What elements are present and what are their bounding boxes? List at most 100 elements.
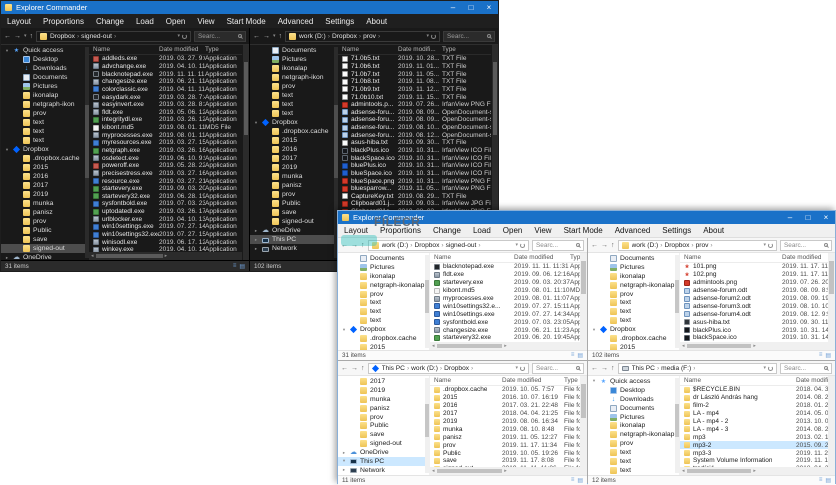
address-bar[interactable]: work (D:)›Dropbox›signed-out› ▾ (368, 240, 530, 251)
minimize-button[interactable]: – (444, 1, 462, 14)
sidebar-item[interactable]: ▾Quick access (1, 46, 89, 55)
sidebar-item[interactable]: 2016 (1, 172, 89, 181)
file-row[interactable]: win10settings.exe2019. 07. 27. 14:...App… (89, 223, 242, 231)
file-row[interactable]: kibont.md52019. 08. 01. 11:10MD5 Fi... (430, 287, 580, 295)
refresh-icon[interactable] (520, 243, 525, 248)
horizontal-scrollbar[interactable]: ◂▸ (680, 342, 828, 350)
file-row[interactable]: LA - mp4 - 32014. 08. 21. 23:... (680, 425, 828, 433)
column-date-modified[interactable]: Date modifi... (398, 46, 442, 53)
up-button[interactable]: ↑ (361, 365, 365, 372)
search-box[interactable]: Searc... (194, 31, 246, 42)
sidebar-item[interactable]: Downloads (588, 395, 679, 404)
column-name[interactable]: Name (93, 46, 159, 53)
sidebar-item[interactable]: ikonalap (588, 421, 679, 430)
sidebar-item[interactable]: text (588, 307, 679, 316)
scroll-left-icon[interactable]: ◂ (682, 343, 685, 349)
address-dropdown-icon[interactable]: ▾ (515, 242, 518, 248)
sidebar-item[interactable]: Public (338, 421, 429, 430)
refresh-icon[interactable] (768, 366, 773, 371)
address-bar[interactable]: This PC›media (F:)› ▾ (618, 363, 778, 374)
forward-button[interactable]: → (351, 365, 358, 372)
scrollbar-thumb[interactable] (829, 261, 834, 294)
breadcrumb-segment[interactable]: work (D:)› (632, 242, 663, 249)
sidebar-item[interactable]: text (588, 448, 679, 457)
scrollbar-thumb[interactable] (96, 254, 163, 258)
file-row[interactable]: asus-hiba.txt2019. 09. 30...TXT File (338, 139, 491, 147)
file-row[interactable]: myresources.exe2019. 03. 27. 15:...Appli… (89, 139, 242, 147)
refresh-icon[interactable] (182, 34, 187, 39)
file-row[interactable]: blackSpace.ico2019. 10. 31...IrfanView I… (338, 154, 491, 162)
file-row[interactable]: 71.0b9.txt2019. 11. 12...TXT File (338, 86, 491, 94)
sidebar-item[interactable]: ▾Dropbox (588, 325, 679, 334)
scrollbar-thumb[interactable] (493, 62, 497, 135)
sidebar-item[interactable]: text (588, 457, 679, 466)
file-row[interactable]: myprocesses.exe2019. 08. 01. 11:...Appli… (89, 131, 242, 139)
sidebar-item[interactable]: ▸OneDrive (338, 448, 429, 457)
sidebar-item[interactable]: ▾This PC (338, 457, 429, 466)
sidebar-item[interactable]: prov (1, 217, 89, 226)
up-button[interactable]: ↑ (361, 242, 365, 249)
menu-item[interactable]: Advanced (609, 226, 657, 235)
file-row[interactable]: Public2019. 10. 05. 19:26File fol... (430, 449, 580, 457)
file-row[interactable]: easydark.exe2019. 03. 28. 7:49Applicatio… (89, 93, 242, 101)
column-date-modified[interactable]: Date modified (502, 377, 564, 384)
sidebar-item[interactable]: panisz (338, 404, 429, 413)
file-row[interactable]: dr László András hang2014. 08. 21. 22:..… (680, 394, 828, 402)
details-view-icon[interactable]: ≡ (819, 477, 823, 484)
breadcrumb-segment[interactable]: This PC› (382, 365, 410, 372)
breadcrumb-segment[interactable]: Dropbox› (50, 33, 79, 40)
sidebar-item[interactable]: 2016 (250, 145, 338, 154)
forward-button[interactable]: → (14, 33, 21, 40)
sidebar-item[interactable]: save (338, 430, 429, 439)
file-row[interactable]: mp3-22015. 09. 24. 20:... (680, 441, 828, 449)
sidebar-item[interactable]: munka (250, 172, 338, 181)
file-row[interactable]: blackPlus.ico2019. 10. 31...IrfanView IC… (338, 147, 491, 155)
menu-item[interactable]: Settings (319, 17, 360, 26)
file-row[interactable]: adsense-foru...2019. 08. 09...OpenDocume… (338, 116, 491, 124)
file-row[interactable]: blacknotepad.exe2019. 11. 11. 11:31Appli… (430, 263, 580, 271)
sidebar-item[interactable]: 2015 (1, 163, 89, 172)
search-box[interactable]: Searc... (443, 31, 495, 42)
file-row[interactable]: adsense-forum3.odt2019. 08. 10. 10:34 (680, 302, 828, 310)
file-row[interactable]: bluesparrow...2019. 11. 05...IrfanView P… (338, 185, 491, 193)
back-button[interactable]: ← (341, 242, 348, 249)
search-box[interactable]: Searc... (780, 363, 832, 374)
details-view-icon[interactable]: ≡ (571, 477, 575, 484)
menu-item[interactable]: Start Mode (221, 17, 272, 26)
sidebar-item[interactable]: ▸Network (250, 244, 338, 253)
sidebar-item[interactable]: text (1, 136, 89, 145)
search-box[interactable]: Searc... (532, 363, 584, 374)
file-row[interactable]: admintools.p...2019. 07. 26...IrfanView … (338, 101, 491, 109)
sidebar-item[interactable]: Desktop (1, 55, 89, 64)
scroll-left-icon[interactable]: ◂ (91, 253, 94, 259)
expander-icon[interactable]: ▸ (253, 246, 259, 252)
breadcrumb-segment[interactable]: work (D:)› (299, 33, 330, 40)
expander-icon[interactable]: ▾ (591, 327, 597, 333)
forward-button[interactable]: → (601, 365, 608, 372)
file-row[interactable]: System Volume Information2019. 11. 16. 2… (680, 457, 828, 465)
address-bar[interactable]: This PC›work (D:)›Dropbox› ▾ (368, 363, 530, 374)
sidebar-item[interactable]: .dropbox.cache (250, 127, 338, 136)
sidebar-item[interactable]: prov (338, 413, 429, 422)
file-row[interactable]: easyinvert.exe2019. 03. 28. 8:34Applicat… (89, 101, 242, 109)
back-button[interactable]: ← (341, 365, 348, 372)
sidebar-item[interactable]: prov (250, 190, 338, 199)
column-type[interactable]: Type (570, 254, 580, 261)
file-row[interactable]: adsense-forum2.odt2019. 08. 09. 19:25 (680, 295, 828, 303)
sidebar-item[interactable]: text (1, 118, 89, 127)
file-row[interactable]: resource.exe2019. 03. 27. 21:...Applicat… (89, 177, 242, 185)
back-button[interactable]: ← (253, 33, 260, 40)
file-row[interactable]: netgraph.exe2019. 03. 26. 16:...Applicat… (89, 147, 242, 155)
breadcrumb-segment[interactable]: Dropbox› (414, 242, 443, 249)
breadcrumb-segment[interactable]: Dropbox› (664, 242, 693, 249)
file-row[interactable]: mp3-32019. 11. 26. 10:... (680, 449, 828, 457)
menu-item[interactable]: Open (160, 17, 192, 26)
sidebar-item[interactable]: munka (338, 395, 429, 404)
sidebar-item[interactable]: Public (1, 226, 89, 235)
file-row[interactable]: blackPlus.ico2019. 10. 31. 14:13 (680, 326, 828, 334)
expander-icon[interactable]: ▾ (4, 48, 10, 54)
scroll-left-icon[interactable]: ◂ (432, 468, 435, 474)
scroll-right-icon[interactable]: ▸ (753, 343, 756, 349)
sidebar-item[interactable]: Documents (250, 46, 338, 55)
file-row[interactable]: win10settings32.exe2019. 07. 27. 15:...A… (89, 231, 242, 239)
